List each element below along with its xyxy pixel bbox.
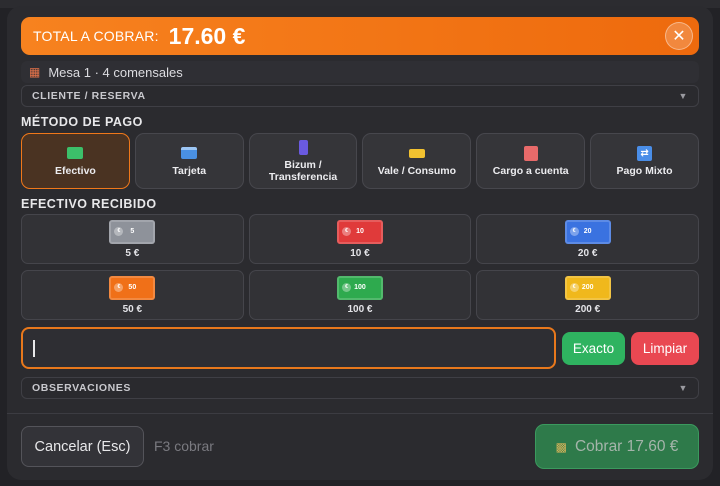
table-info: ▦ Mesa 1 · 4 comensales <box>21 61 699 83</box>
charge-label: Cobrar 17.60 € <box>574 437 679 455</box>
bill-200-button[interactable]: €200 200 € <box>476 270 699 320</box>
payment-method-list: Efectivo Tarjeta Bizum / Transferencia V… <box>21 133 699 189</box>
bill-label: 20 € <box>577 247 598 259</box>
bill-label: 200 € <box>575 303 601 315</box>
banknote-icon: €200 <box>564 275 611 300</box>
bill-50-button[interactable]: €50 50 € <box>21 270 244 320</box>
close-icon: ✕ <box>672 28 686 45</box>
banknote-icon: €10 <box>336 219 383 244</box>
exact-button[interactable]: Exacto <box>562 331 625 365</box>
method-label: Cargo a cuenta <box>492 164 569 177</box>
charge-button[interactable]: ▩ Cobrar 17.60 € <box>535 424 699 469</box>
method-efectivo[interactable]: Efectivo <box>21 133 130 189</box>
banknote-icon: €100 <box>336 275 383 300</box>
method-vale[interactable]: Vale / Consumo <box>362 133 472 189</box>
client-reservation-toggle[interactable]: CLIENTE / RESERVA ▼ <box>21 85 699 107</box>
total-label: TOTAL A COBRAR: <box>33 28 159 44</box>
banknote-icon: €20 <box>564 219 611 244</box>
bill-label: 50 € <box>122 303 143 315</box>
clear-button[interactable]: Limpiar <box>631 331 699 365</box>
method-mixto[interactable]: ⇄ Pago Mixto <box>590 133 699 189</box>
cash-received-title: EFECTIVO RECIBIDO <box>21 197 157 211</box>
bill-10-button[interactable]: €10 10 € <box>248 214 472 264</box>
payment-modal: TOTAL A COBRAR: 17.60 € ✕ ▦ Mesa 1 · 4 c… <box>7 6 713 480</box>
cancel-button[interactable]: Cancelar (Esc) <box>21 426 144 467</box>
footer-divider <box>7 413 713 414</box>
chevron-down-icon: ▼ <box>678 91 688 101</box>
method-bizum[interactable]: Bizum / Transferencia <box>248 133 358 189</box>
ticket-icon <box>408 146 425 161</box>
client-reservation-label: CLIENTE / RESERVA <box>32 90 146 102</box>
chair-icon: ▦ <box>29 65 41 79</box>
text-caret <box>33 340 35 357</box>
bill-label: 10 € <box>350 247 370 259</box>
method-label: Pago Mixto <box>616 164 673 177</box>
credit-card-icon <box>181 146 198 161</box>
total-amount: 17.60 € <box>168 22 246 49</box>
bill-5-button[interactable]: €5 5 € <box>21 214 244 264</box>
bill-grid: €5 5 € €10 10 € €20 20 € €50 50 € €100 1… <box>21 214 699 320</box>
cash-stack-icon: ▩ <box>555 439 567 454</box>
bill-label: 5 € <box>125 247 140 259</box>
phone-icon <box>298 139 308 155</box>
observations-label: OBSERVACIONES <box>32 382 132 394</box>
cash-icon <box>67 146 84 161</box>
method-cargo[interactable]: Cargo a cuenta <box>476 133 586 189</box>
shuffle-icon: ⇄ <box>637 145 653 161</box>
method-label: Vale / Consumo <box>377 164 456 177</box>
bill-100-button[interactable]: €100 100 € <box>248 270 472 320</box>
hotel-icon <box>523 145 538 161</box>
method-label: Bizum / Transferencia <box>268 158 338 183</box>
observations-toggle[interactable]: OBSERVACIONES ▼ <box>21 377 699 399</box>
close-button[interactable]: ✕ <box>665 22 693 50</box>
table-info-text: Mesa 1 · 4 comensales <box>48 64 183 80</box>
cash-received-input[interactable] <box>21 327 556 369</box>
payment-method-title: MÉTODO DE PAGO <box>21 115 143 129</box>
banknote-icon: €50 <box>109 275 156 300</box>
method-label: Efectivo <box>54 164 96 177</box>
shortcut-hint: F3 cobrar <box>154 438 214 454</box>
cash-input-row: Exacto Limpiar <box>21 327 699 369</box>
bill-label: 100 € <box>347 303 373 315</box>
banknote-icon: €5 <box>109 219 156 244</box>
method-label: Tarjeta <box>172 164 207 177</box>
chevron-down-icon: ▼ <box>678 383 688 393</box>
bill-20-button[interactable]: €20 20 € <box>476 214 699 264</box>
total-header: TOTAL A COBRAR: 17.60 € ✕ <box>21 17 699 55</box>
method-tarjeta[interactable]: Tarjeta <box>134 133 244 189</box>
